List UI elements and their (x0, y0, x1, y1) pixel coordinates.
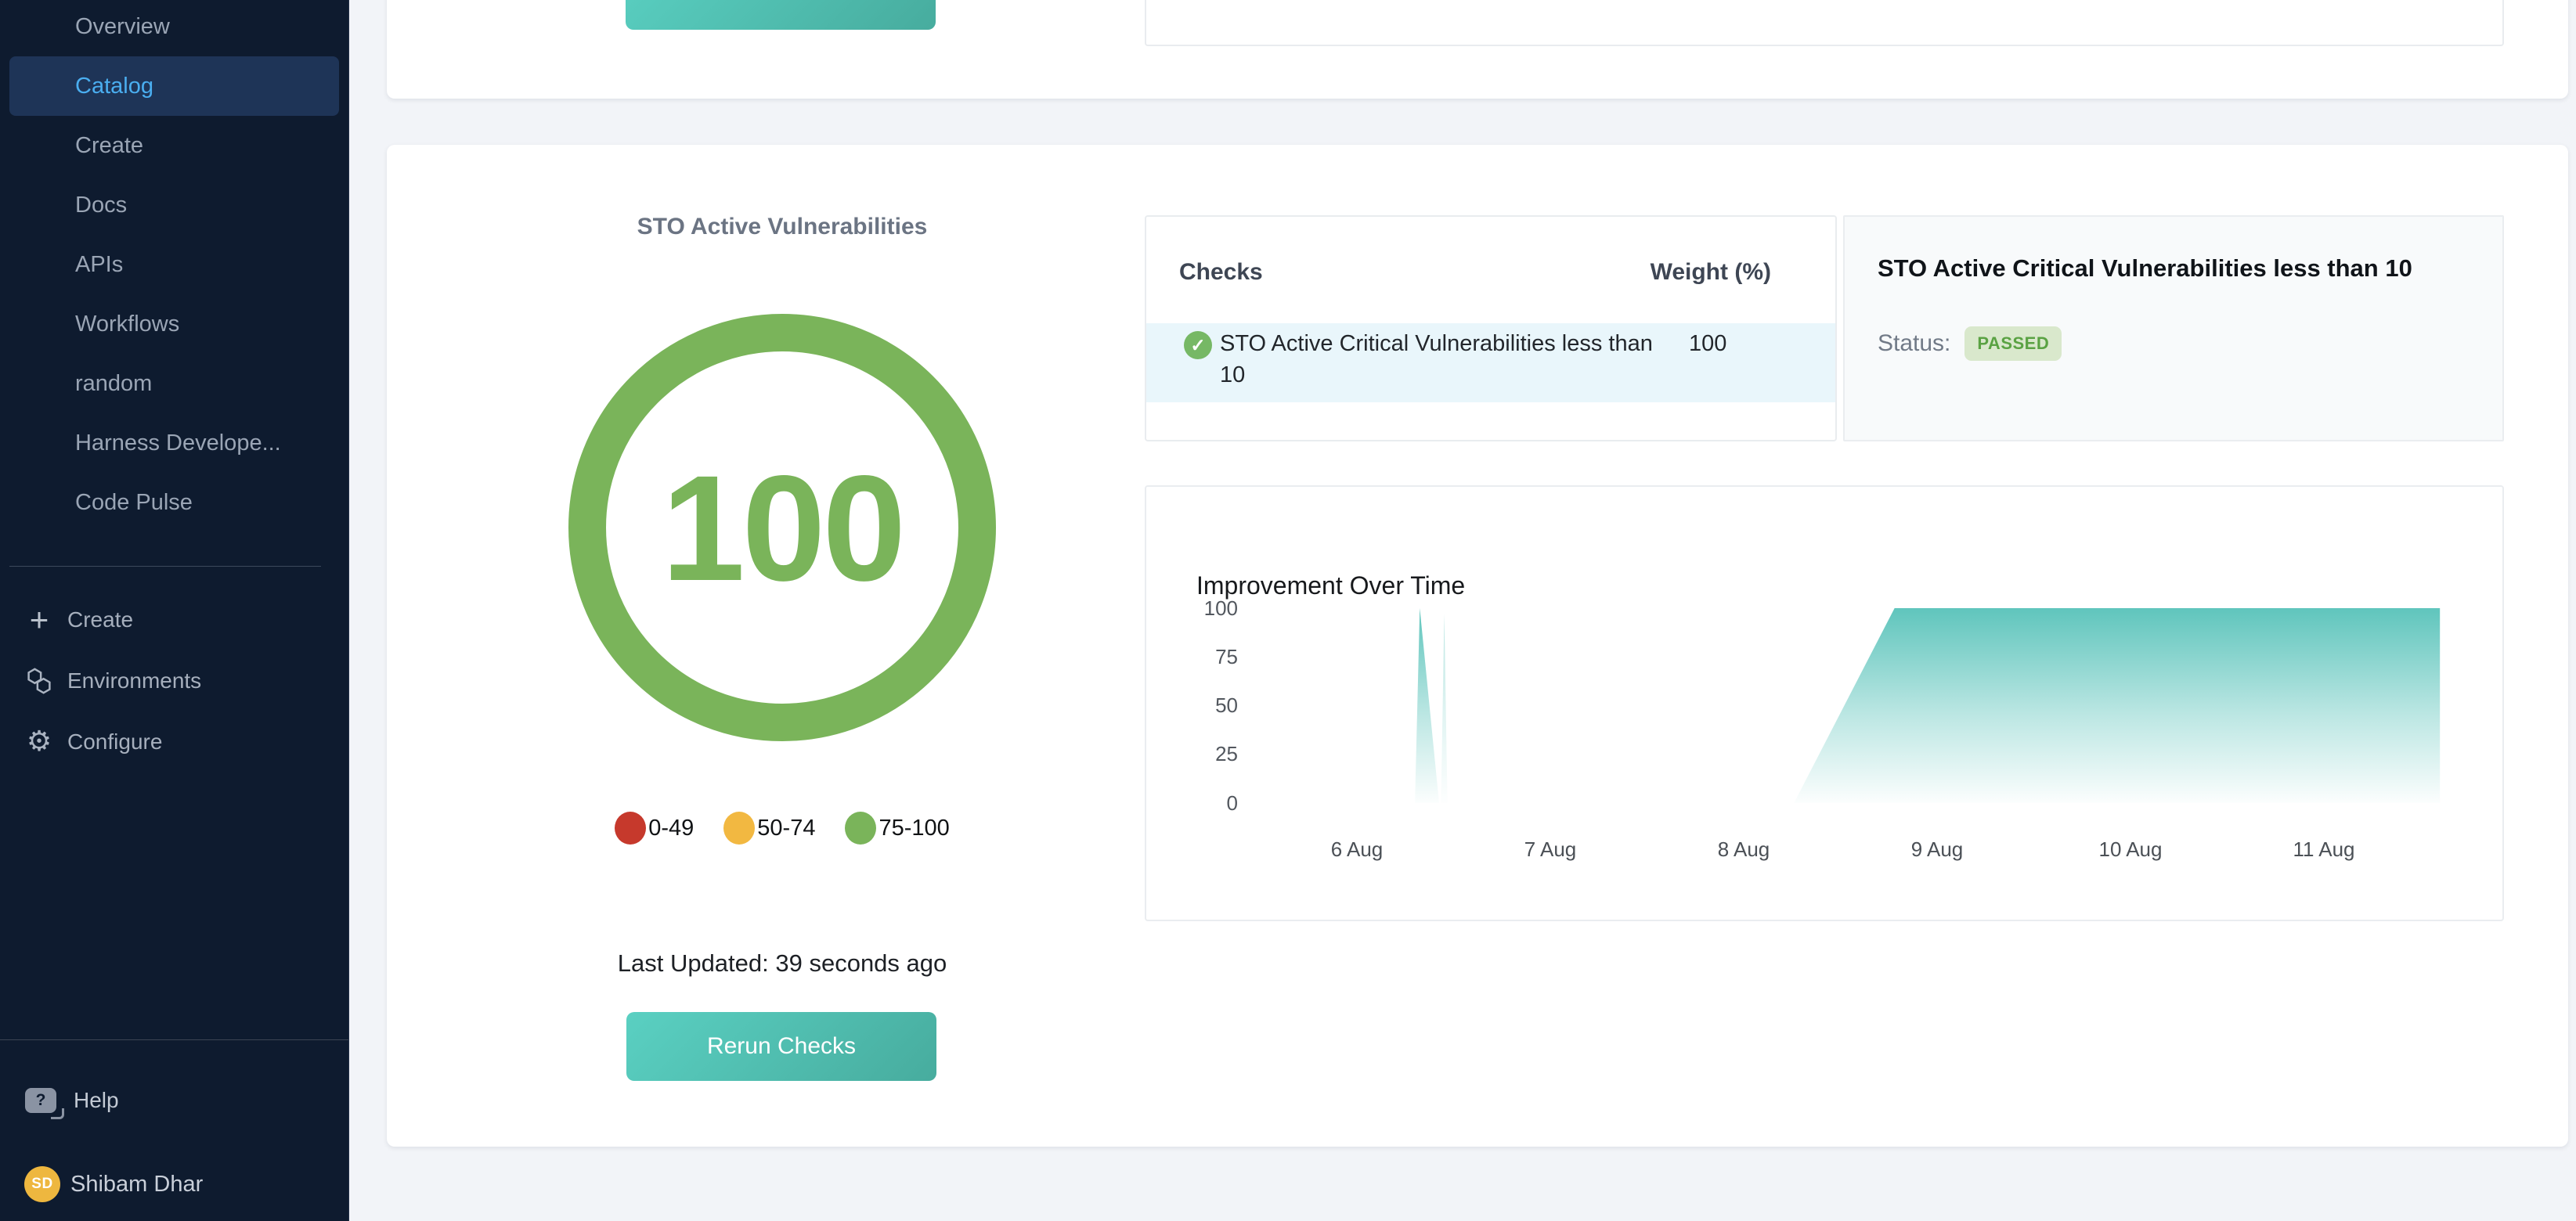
check-table-row[interactable]: ✓ STO Active Critical Vulnerabilities le… (1146, 323, 1835, 402)
sidebar-item-overview[interactable]: Overview (9, 0, 339, 56)
improvement-area-chart (1146, 487, 2506, 923)
last-updated-text: Last Updated: 39 seconds ago (508, 949, 1056, 978)
sidebar-item-code-pulse[interactable]: Code Pulse (9, 473, 339, 532)
legend-item: 0-49 (615, 812, 694, 845)
legend-label: 75-100 (879, 816, 949, 841)
status-label: Status: (1878, 330, 1950, 357)
sidebar-item-random[interactable]: random (9, 354, 339, 413)
check-detail-title: STO Active Critical Vulnerabilities less… (1878, 254, 2412, 283)
help-label: Help (74, 1088, 119, 1113)
check-detail-panel: STO Active Critical Vulnerabilities less… (1843, 215, 2504, 441)
sidebar-item-create[interactable]: Create (9, 116, 339, 175)
sidebar-user[interactable]: SD Shibam Dhar (0, 1162, 348, 1207)
checks-table: Checks Weight (%) ✓ STO Active Critical … (1145, 215, 1837, 441)
sidebar-item-apis[interactable]: APIs (9, 235, 339, 294)
action-label: Environments (67, 668, 201, 693)
check-name: STO Active Critical Vulnerabilities less… (1220, 328, 1674, 391)
legend-item: 50-74 (723, 812, 815, 845)
sidebar-item-catalog[interactable]: Catalog (9, 56, 339, 116)
rerun-checks-button[interactable]: Rerun Checks (626, 1012, 936, 1081)
sidebar-action-configure[interactable]: ⚙ Configure (0, 711, 348, 773)
improvement-chart-card: Improvement Over Time 100 75 50 25 0 6 A… (1145, 485, 2504, 921)
harness-idp-page: Overview Catalog Create Docs APIs Workfl… (0, 0, 2576, 1221)
check-passed-icon: ✓ (1184, 331, 1212, 359)
status-badge: PASSED (1964, 326, 2062, 361)
environments-icon (23, 665, 55, 697)
score-gauge: 100 (568, 314, 996, 741)
check-weight: 100 (1689, 331, 1726, 357)
chart-card-previous-partial (1145, 0, 2504, 46)
chart-area-score-run-1 (1415, 608, 1439, 803)
sidebar-nav: Overview Catalog Create Docs APIs Workfl… (0, 0, 348, 532)
gear-icon: ⚙ (23, 726, 55, 758)
legend-dot-red (615, 812, 646, 845)
sidebar-item-harness-developer[interactable]: Harness Develope... (9, 413, 339, 473)
sidebar-divider (0, 1039, 348, 1040)
action-label: Configure (67, 729, 162, 755)
legend-label: 50-74 (757, 816, 815, 841)
weight-column-header: Weight (%) (1651, 259, 1771, 286)
plus-icon: + (23, 604, 55, 636)
rerun-checks-button-partial[interactable] (626, 0, 936, 30)
legend-dot-green (845, 812, 876, 845)
legend-label: 0-49 (648, 816, 694, 841)
sidebar-help[interactable]: ? Help (0, 1075, 348, 1126)
legend-dot-yellow (723, 812, 755, 845)
action-label: Create (67, 607, 133, 632)
avatar: SD (24, 1166, 60, 1202)
sidebar-action-environments[interactable]: Environments (0, 650, 348, 711)
sidebar-item-docs[interactable]: Docs (9, 175, 339, 235)
scorecard-title: STO Active Vulnerabilities (508, 214, 1056, 240)
sidebar: Overview Catalog Create Docs APIs Workfl… (0, 0, 349, 1221)
sidebar-actions: + Create Environments ⚙ Configure (0, 589, 348, 773)
sidebar-item-workflows[interactable]: Workflows (9, 294, 339, 354)
score-value: 100 (662, 441, 903, 614)
scorecard-card: STO Active Vulnerabilities 100 0-49 50-7… (387, 145, 2568, 1147)
sidebar-divider (9, 566, 321, 567)
score-legend: 0-49 50-74 75-100 (508, 811, 1056, 845)
chart-area-score-current (1794, 608, 2440, 803)
chart-area-score-run-2 (1441, 614, 1447, 804)
scorecard-card-previous-partial (387, 0, 2568, 99)
legend-item: 75-100 (845, 812, 949, 845)
sidebar-action-create[interactable]: + Create (0, 589, 348, 650)
checks-column-header: Checks (1179, 259, 1263, 286)
check-status-row: Status: PASSED (1878, 326, 2062, 361)
help-chat-icon: ? (25, 1088, 56, 1113)
user-name: Shibam Dhar (70, 1172, 203, 1198)
